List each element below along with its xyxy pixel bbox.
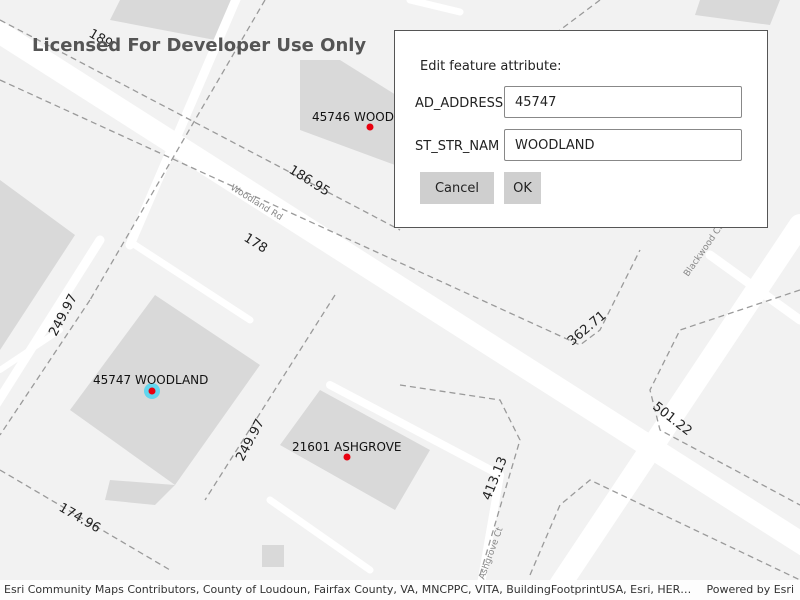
building-footprint: [262, 545, 284, 567]
ok-button[interactable]: OK: [504, 172, 541, 204]
powered-by-esri[interactable]: Powered by Esri: [706, 580, 794, 600]
dialog-title: Edit feature attribute:: [420, 59, 562, 74]
cancel-button[interactable]: Cancel: [420, 172, 494, 204]
edit-attribute-dialog: Edit feature attribute: AD_ADDRESS ST_ST…: [394, 30, 768, 228]
address-point[interactable]: [343, 453, 351, 461]
street-name-field-label: ST_STR_NAM: [415, 139, 500, 154]
street-name-input[interactable]: [504, 129, 742, 161]
point-label: 45747 WOODLAND: [93, 373, 208, 387]
address-point-selected[interactable]: [148, 387, 156, 395]
point-label: 45746 WOOD: [312, 110, 394, 124]
license-watermark: Licensed For Developer Use Only: [32, 35, 367, 56]
address-point[interactable]: [366, 123, 374, 131]
attribution-bar: Esri Community Maps Contributors, County…: [0, 580, 800, 600]
address-input[interactable]: [504, 86, 742, 118]
address-field-label: AD_ADDRESS: [415, 96, 504, 111]
point-label: 21601 ASHGROVE: [292, 440, 402, 454]
attribution-text: Esri Community Maps Contributors, County…: [4, 583, 694, 596]
